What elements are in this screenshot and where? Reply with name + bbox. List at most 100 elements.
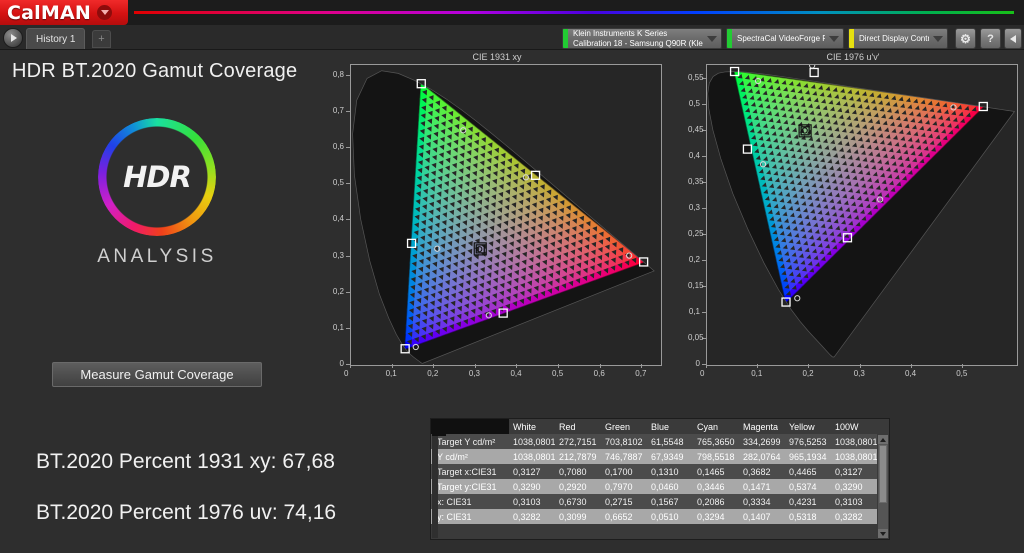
toolbar: History 1 + Klein Instruments K Series C… [0,25,1024,50]
table-corner [432,420,446,436]
table-row-label: Target x:CIE31 [431,464,509,479]
table-cell: 0,5318 [785,509,831,524]
play-arrow-icon[interactable] [3,28,23,48]
table-cell: 272,7151 [555,434,601,449]
table-cell: 0,1471 [739,479,785,494]
y-axis-tick [346,110,350,112]
x-axis-tick [433,364,435,368]
y-axis-label: 0,3 [332,250,344,260]
x-axis-tick [599,364,601,368]
y-axis-label: 0,6 [332,142,344,152]
x-axis-label: 0,6 [593,369,605,378]
table-cell: 703,8102 [601,434,647,449]
y-axis-label: 0,55 [688,73,704,83]
table-cell: 0,6652 [601,509,647,524]
y-axis-label: 0,1 [688,307,700,317]
table-cell: 0,2715 [601,494,647,509]
cie-1931-plot-area[interactable] [350,64,662,366]
table-row[interactable]: Target y:CIE31 0,3290 0,2920 0,7970 0,0460 0,… [431,479,877,494]
table-cell: 1038,0801 [509,434,555,449]
calman-logo-button[interactable]: CalMAN [0,0,128,25]
y-axis-tick [702,364,706,365]
hdr-logo-subtitle: ANALYSIS [97,246,217,267]
meter-calibration: Calibration 18 - Samsung Q90R (Klein) [573,38,703,48]
scroll-down-icon[interactable] [878,529,888,538]
x-axis-tick [641,364,643,368]
scroll-up-icon[interactable] [878,435,888,444]
y-axis-tick [346,255,350,257]
y-axis-label: 0,5 [332,178,344,188]
source-dropdown[interactable]: SpectraCal VideoForge Pro [726,28,844,49]
y-axis-label: 0 [339,359,344,368]
help-button-label: ? [987,32,994,45]
y-axis-label: 0,45 [688,125,704,135]
table-column-header: Cyan [693,419,739,434]
table-row-rail [432,436,438,538]
table-row-label: y: CIE31 [431,509,509,524]
table-cell: 0,7970 [601,479,647,494]
app-name: CalMAN [7,1,91,24]
table-column-header: Magenta [739,419,785,434]
table-cell: 212,7879 [555,449,601,464]
y-axis-label: 0,35 [688,177,704,187]
table-cell: 0,3127 [509,464,555,479]
y-axis-tick [702,104,706,106]
chevron-down-icon[interactable] [703,29,721,48]
add-tab-label: + [98,33,105,45]
x-axis-tick [757,364,759,368]
chevron-down-icon[interactable] [825,29,843,48]
table-row[interactable]: y: CIE31 0,3282 0,3099 0,6652 0,0510 0,3294 0,… [431,509,877,524]
x-axis-label: 0,7 [635,369,647,378]
page-title: HDR BT.2020 Gamut Coverage [12,60,298,82]
table-cell: 0,1407 [739,509,785,524]
settings-button-label: ⚙ [960,31,971,46]
measurement-table[interactable]: White Red Green Blue Cyan Magenta Yellow 100W T… [430,418,890,540]
table-cell: 0,0460 [647,479,693,494]
table-cell: 282,0764 [739,449,785,464]
back-arrow-icon[interactable] [1004,28,1022,49]
gear-icon[interactable]: ⚙ [955,28,976,49]
add-tab-button[interactable]: + [92,30,111,48]
y-axis-label: 0,15 [688,281,704,291]
table-cell: 976,5253 [785,434,831,449]
cie-1976-plot-area[interactable] [706,64,1018,366]
table-cell: 798,5518 [693,449,739,464]
spectrum-divider [134,11,1014,14]
measured-marker-yellow [809,65,816,69]
display-control-dropdown[interactable]: Direct Display Control [848,28,948,49]
tab-history-1-label: History 1 [36,33,76,45]
x-axis-label: 0,4 [510,369,522,378]
table-scrollbar[interactable] [878,435,888,538]
control-name: Direct Display Control [859,33,929,43]
tab-history-1[interactable]: History 1 [26,28,86,49]
table-row[interactable]: Y cd/m² 1038,0801 212,7879 746,7887 67,9349 7… [431,449,877,464]
y-axis-tick [346,364,350,365]
table-row[interactable]: Target Y cd/m² 1038,0801 272,7151 703,8102 6… [431,434,877,449]
table-column-header: Green [601,419,647,434]
scrollbar-thumb[interactable] [879,445,887,503]
x-axis-tick [474,364,476,368]
title-bar: CalMAN [0,0,1024,25]
y-axis-label: 0,8 [332,69,344,79]
table-row[interactable]: Target x:CIE31 0,3127 0,7080 0,1700 0,1310 0,… [431,464,877,479]
result-1976-uv: BT.2020 Percent 1976 uv: 74,16 [36,501,337,524]
table-column-header: Yellow [785,419,831,434]
table-row-label: Target Y cd/m² [431,434,509,449]
help-button[interactable]: ? [980,28,1001,49]
table-cell: 0,3099 [555,509,601,524]
chevron-down-icon[interactable] [929,29,947,48]
y-axis-label: 0,7 [332,105,344,115]
table-row-label: Target y:CIE31 [431,479,509,494]
table-cell: 0,1465 [693,464,739,479]
x-axis-label: 0,3 [853,369,865,378]
x-axis-label: 0 [700,369,705,378]
meter-dropdown[interactable]: Klein Instruments K Series Calibration 1… [562,28,722,49]
y-axis-label: 0,5 [688,99,700,109]
y-axis-tick [346,219,350,221]
table-row[interactable]: x: CIE31 0,3103 0,6730 0,2715 0,1567 0,2086 0,… [431,494,877,509]
chevron-down-icon[interactable] [97,5,112,20]
measure-gamut-coverage-button[interactable]: Measure Gamut Coverage [52,362,262,387]
x-axis-label: 0,2 [427,369,439,378]
hdr-analysis-logo: HDR ANALYSIS [88,118,238,268]
cie-1931-chart: CIE 1931 xy 0 0,1 0,2 0,3 0,4 0,5 0,6 0,7 0 0,1 0,… [332,52,662,392]
